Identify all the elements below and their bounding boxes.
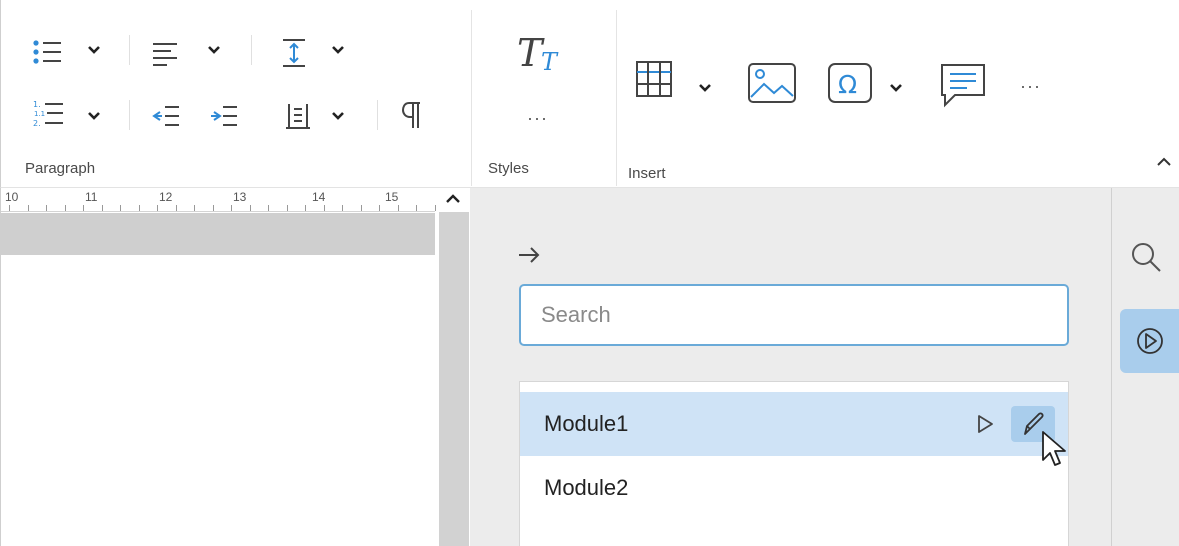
ruler-tick (65, 205, 66, 211)
chevron-down-icon[interactable] (331, 110, 345, 122)
svg-text:1.: 1. (33, 100, 41, 109)
svg-text:Ω: Ω (838, 70, 857, 99)
search-input[interactable] (519, 284, 1069, 346)
ruler-tick (83, 205, 84, 211)
ruler-tick (194, 205, 195, 211)
edit-macro-button[interactable] (1011, 406, 1055, 442)
search-icon[interactable] (1129, 240, 1163, 274)
decrease-indent-icon[interactable] (151, 104, 181, 128)
chevron-down-icon[interactable] (207, 44, 221, 56)
pilcrow-icon[interactable] (401, 100, 423, 130)
ruler-tick (139, 205, 140, 211)
page-margin-band (1, 213, 435, 255)
text-styles-icon[interactable]: T T (513, 32, 569, 80)
ruler-tick (398, 205, 399, 211)
ruler-number: 14 (312, 190, 326, 204)
document-area: 10 11 12 13 14 15 (0, 188, 470, 546)
toolbar-divider (129, 100, 130, 130)
svg-text:2.: 2. (33, 119, 41, 128)
alignment-icon[interactable] (151, 40, 179, 66)
horizontal-ruler: 10 11 12 13 14 15 (1, 188, 436, 212)
ruler-tick (324, 205, 325, 211)
ruler-number: 11 (85, 190, 98, 204)
more-styles-icon[interactable]: ··· (527, 108, 548, 129)
arrow-right-icon[interactable] (516, 244, 542, 266)
ruler-number: 15 (385, 190, 399, 204)
ruler-tick (231, 205, 232, 211)
group-label-styles: Styles (488, 160, 529, 177)
chevron-down-icon[interactable] (87, 44, 101, 56)
svg-text:T: T (541, 48, 559, 76)
ruler-tick (9, 205, 10, 211)
ruler-tick (342, 205, 343, 211)
module-name: Module1 (544, 411, 629, 436)
ruler-tick (28, 205, 29, 211)
toolbar-divider (377, 100, 378, 130)
ruler-tick (287, 205, 288, 211)
module-list: Module1 Module2 (519, 381, 1069, 546)
image-icon[interactable] (747, 62, 797, 104)
ruler-tick (46, 205, 47, 211)
toolbar-divider (129, 35, 130, 65)
macros-tab-button[interactable] (1120, 309, 1179, 373)
vertical-scrollbar[interactable] (439, 212, 469, 546)
ribbon-toolbar: 1. 1.1 2. Paragraph T T ··· Styles Ω ···… (0, 0, 1179, 188)
ruler-tick (157, 205, 158, 211)
macro-panel: Module1 Module2 (470, 188, 1111, 546)
module-name: Module2 (544, 475, 629, 500)
chevron-down-icon[interactable] (331, 44, 345, 56)
numbered-list-icon[interactable]: 1. 1.1 2. (31, 98, 65, 130)
ruler-tick (435, 205, 436, 211)
special-character-icon[interactable]: Ω (827, 62, 873, 104)
ruler-tick (176, 205, 177, 211)
table-icon[interactable] (635, 60, 673, 98)
ruler-number: 12 (159, 190, 173, 204)
ruler-tick (416, 205, 417, 211)
group-label-paragraph: Paragraph (25, 160, 96, 177)
ruler-number: 10 (5, 190, 19, 204)
group-label-insert: Insert (628, 165, 666, 182)
collapse-ribbon-icon[interactable] (1155, 153, 1173, 171)
increase-indent-icon[interactable] (209, 104, 239, 128)
chevron-down-icon[interactable] (87, 110, 101, 122)
ruler-tick (379, 205, 380, 211)
bulleted-list-icon[interactable] (31, 38, 63, 68)
ruler-number: 13 (233, 190, 247, 204)
chevron-down-icon[interactable] (889, 82, 903, 94)
group-divider (471, 10, 472, 186)
comment-icon[interactable] (939, 62, 987, 108)
list-item-module2[interactable]: Module2 (520, 456, 1068, 520)
scroll-up-icon[interactable] (441, 188, 465, 210)
ruler-tick (120, 205, 121, 211)
chevron-down-icon[interactable] (698, 82, 712, 94)
more-insert-icon[interactable]: ··· (1020, 76, 1041, 97)
paragraph-spacing-icon[interactable] (285, 102, 311, 130)
line-spacing-icon[interactable] (281, 37, 307, 69)
list-item-module1[interactable]: Module1 (520, 392, 1068, 456)
side-toolbar (1111, 188, 1179, 546)
group-divider (616, 10, 617, 186)
ruler-tick (361, 205, 362, 211)
ruler-tick (305, 205, 306, 211)
ruler-tick (213, 205, 214, 211)
svg-text:1.1: 1.1 (34, 110, 45, 118)
ruler-tick (268, 205, 269, 211)
toolbar-divider (251, 35, 252, 65)
run-macro-icon[interactable] (976, 414, 994, 434)
ruler-tick (250, 205, 251, 211)
ruler-tick (102, 205, 103, 211)
